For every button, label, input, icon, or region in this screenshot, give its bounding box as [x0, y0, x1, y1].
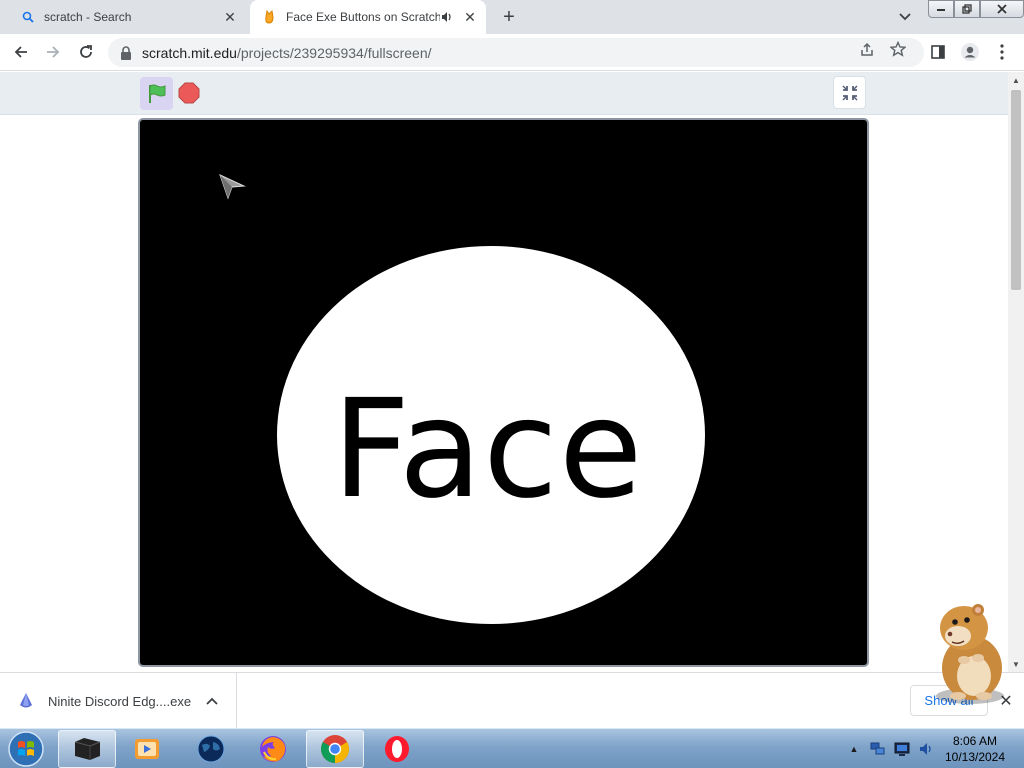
scroll-up-arrow-icon[interactable]: ▲	[1008, 72, 1024, 88]
taskbar-globe-browser[interactable]	[182, 730, 240, 768]
scratch-cat-icon	[262, 9, 278, 25]
download-bar: Ninite Discord Edg....exe Show all ✕	[0, 672, 1024, 729]
taskbar-firefox[interactable]	[244, 730, 302, 768]
restore-icon[interactable]	[954, 0, 980, 18]
scrollbar-thumb[interactable]	[1011, 90, 1021, 290]
forward-icon[interactable]	[41, 40, 65, 64]
stop-button[interactable]	[177, 81, 201, 105]
url-text: scratch.mit.edu/projects/239295934/fulls…	[142, 45, 432, 61]
windows-taskbar: ▲ 8:06 AM 10/13/2024	[0, 728, 1024, 768]
file-explorer-icon	[74, 738, 101, 760]
tab-strip: scratch - Search ✕ Face Exe Buttons on S…	[0, 0, 1024, 34]
volume-icon[interactable]	[918, 741, 934, 757]
profile-avatar-icon[interactable]	[960, 42, 980, 62]
chevron-up-icon[interactable]	[202, 691, 222, 711]
lock-icon[interactable]	[120, 45, 134, 60]
taskbar-media-player[interactable]	[118, 730, 176, 768]
browser-toolbar: scratch.mit.edu/projects/239295934/fulls…	[0, 34, 1024, 71]
share-icon[interactable]	[858, 40, 876, 58]
start-button[interactable]	[6, 730, 46, 768]
hamster-desktop-pet[interactable]	[922, 598, 1012, 706]
arrow-sprite-icon[interactable]	[218, 172, 246, 200]
tab-face-exe-buttons[interactable]: Face Exe Buttons on Scratch ✕	[250, 0, 486, 34]
page-scrollbar[interactable]: ▲ ▼	[1008, 72, 1024, 672]
new-tab-button[interactable]: +	[498, 6, 520, 28]
stop-icon	[178, 82, 200, 104]
taskbar-file-explorer[interactable]	[58, 730, 116, 768]
face-label: Face	[332, 371, 644, 529]
network-computers-icon[interactable]	[870, 741, 886, 757]
firefox-icon	[260, 736, 286, 762]
installer-file-icon	[18, 692, 36, 710]
url-path: /projects/239295934/fullscreen/	[236, 44, 432, 61]
exit-fullscreen-button[interactable]	[833, 76, 866, 109]
back-icon[interactable]	[9, 40, 33, 64]
taskbar-opera[interactable]	[368, 730, 426, 768]
side-panel-icon[interactable]	[928, 42, 948, 62]
download-item[interactable]: Ninite Discord Edg....exe	[0, 673, 237, 729]
globe-icon	[197, 735, 225, 763]
show-hidden-icons-icon[interactable]: ▲	[846, 741, 862, 757]
clock-time: 8:06 AM	[952, 734, 998, 748]
bookmark-star-icon[interactable]	[889, 40, 907, 58]
reload-icon[interactable]	[74, 40, 98, 64]
chevron-down-icon[interactable]	[896, 8, 914, 26]
chrome-icon	[321, 735, 349, 763]
window-controls	[928, 0, 1024, 18]
search-icon	[20, 9, 36, 25]
green-flag-button[interactable]	[140, 77, 173, 110]
close-window-icon[interactable]	[980, 0, 1024, 18]
close-tab-icon[interactable]: ✕	[462, 9, 478, 25]
tab-title: scratch - Search	[44, 10, 132, 24]
system-clock[interactable]: 8:06 AM 10/13/2024	[940, 733, 1010, 765]
opera-icon	[385, 736, 409, 762]
stage-controls	[0, 72, 1008, 115]
address-bar[interactable]: scratch.mit.edu/projects/239295934/fulls…	[108, 38, 924, 67]
close-tab-icon[interactable]: ✕	[222, 9, 238, 25]
monitor-icon[interactable]	[894, 741, 910, 757]
green-flag-icon	[148, 84, 165, 103]
taskbar-chrome[interactable]	[306, 730, 364, 768]
exit-fullscreen-icon	[841, 84, 858, 101]
scratch-stage[interactable]: Face	[138, 118, 869, 667]
speaker-icon[interactable]	[440, 10, 454, 24]
minimize-icon[interactable]	[928, 0, 954, 18]
tab-scratch-search[interactable]: scratch - Search ✕	[8, 0, 246, 34]
screen: scratch - Search ✕ Face Exe Buttons on S…	[0, 0, 1024, 768]
download-filename: Ninite Discord Edg....exe	[48, 693, 192, 709]
url-host: scratch.mit.edu	[142, 44, 237, 61]
clock-date: 10/13/2024	[944, 750, 1006, 764]
scratch-fullscreen-page: Face	[0, 72, 1008, 672]
tab-title: Face Exe Buttons on Scratch	[286, 10, 440, 24]
menu-kebab-icon[interactable]	[992, 42, 1012, 62]
media-player-icon	[135, 739, 159, 759]
windows-logo-icon	[8, 731, 44, 767]
system-tray: ▲	[842, 729, 938, 768]
